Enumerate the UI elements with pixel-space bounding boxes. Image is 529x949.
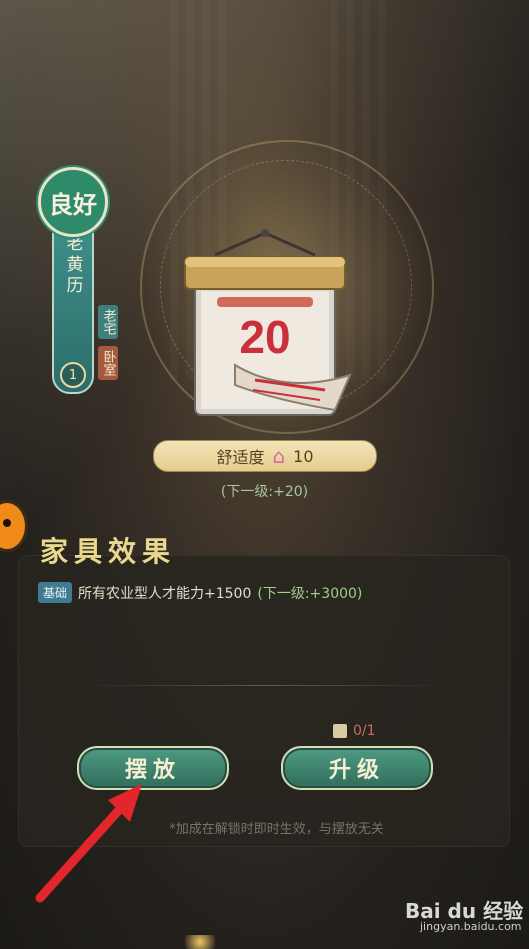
effect-row: 基础 所有农业型人才能力+1500 (下一级:+3000) — [38, 582, 362, 603]
comfort-pill: 舒适度 ⌂ 10 — [153, 440, 377, 472]
comfort-value: 10 — [293, 446, 314, 466]
mascot-icon[interactable] — [0, 500, 28, 552]
comfort-next-level: (下一级:+20) — [220, 484, 309, 500]
requirement-count: 0/1 — [353, 723, 376, 739]
upgrade-requirement: 0/1 — [333, 723, 376, 739]
effect-next-level: (下一级:+3000) — [257, 585, 363, 602]
scroll-icon — [333, 724, 347, 738]
level-badge: 1 — [60, 362, 86, 388]
furniture-name: 老黄历 — [62, 234, 83, 297]
calendar-day-number: 20 — [239, 311, 290, 363]
quality-badge: 良好 — [38, 167, 108, 237]
bottom-glow — [185, 935, 215, 949]
location-tag-house: 老宅 — [98, 305, 118, 339]
comfort-label: 舒适度 — [216, 448, 265, 467]
divider — [80, 685, 450, 686]
house-heart-icon: ⌂ — [272, 444, 286, 468]
upgrade-button[interactable]: 升级 — [281, 746, 433, 790]
furniture-name-tag: 老黄历 1 — [52, 220, 94, 394]
watermark-url: jingyan.baidu.com — [420, 920, 522, 933]
red-arrow-icon — [35, 784, 142, 903]
effect-description: 所有农业型人才能力+1500 — [78, 585, 252, 602]
location-tag-bedroom: 卧室 — [98, 346, 118, 380]
old-calendar-icon: 20 — [184, 229, 352, 416]
effects-title: 家具效果 — [40, 535, 177, 568]
base-effect-tag: 基础 — [38, 582, 73, 603]
